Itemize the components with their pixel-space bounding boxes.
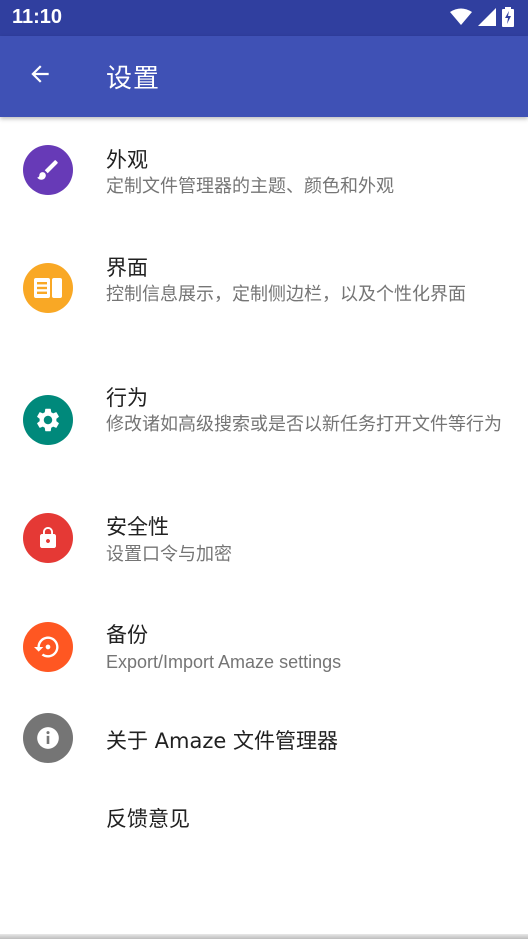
settings-item-feedback[interactable]: 反馈意见 <box>0 775 528 849</box>
settings-item-title: 关于 Amaze 文件管理器 <box>106 729 338 753</box>
gear-icon <box>23 395 73 445</box>
status-icons <box>450 7 514 31</box>
settings-item-security[interactable]: 安全性 设置口令与加密 <box>0 485 528 593</box>
status-bar: 11:10 <box>0 0 528 36</box>
settings-item-about[interactable]: 关于 Amaze 文件管理器 <box>0 701 528 775</box>
info-icon <box>23 713 73 763</box>
battery-icon <box>502 7 514 31</box>
cell-signal-icon <box>478 8 496 30</box>
app-bar: 设置 <box>0 36 528 117</box>
settings-item-summary: 定制文件管理器的主题、颜色和外观 <box>106 176 394 197</box>
page-title: 设置 <box>106 64 161 94</box>
paint-brush-icon <box>23 145 73 195</box>
arrow-back-icon <box>27 61 53 91</box>
settings-item-summary: 修改诸如高级搜索或是否以新任务打开文件等行为 <box>106 414 502 435</box>
settings-item-title: 反馈意见 <box>106 807 190 831</box>
settings-item-title: 外观 <box>106 148 148 172</box>
settings-item-summary: 控制信息展示，定制侧边栏，以及个性化界面 <box>106 284 466 305</box>
view-list-icon <box>23 263 73 313</box>
settings-item-behavior[interactable]: 行为 修改诸如高级搜索或是否以新任务打开文件等行为 <box>0 355 528 485</box>
lock-icon <box>23 513 73 563</box>
settings-item-title: 安全性 <box>106 515 169 539</box>
settings-item-title: 界面 <box>106 256 148 280</box>
settings-item-interface[interactable]: 界面 控制信息展示，定制侧边栏，以及个性化界面 <box>0 225 528 355</box>
status-time: 11:10 <box>12 6 63 28</box>
wifi-icon <box>450 8 472 30</box>
settings-item-title: 备份 <box>106 623 148 647</box>
settings-item-summary: 设置口令与加密 <box>106 544 232 565</box>
settings-item-summary: Export/Import Amaze settings <box>106 652 342 672</box>
settings-item-appearance[interactable]: 外观 定制文件管理器的主题、颜色和外观 <box>0 117 528 225</box>
settings-item-title: 行为 <box>106 386 148 410</box>
bottom-edge <box>0 934 528 939</box>
back-button[interactable] <box>22 58 58 94</box>
backup-restore-icon <box>23 622 73 672</box>
settings-item-backup[interactable]: 备份 Export/Import Amaze settings <box>0 593 528 701</box>
